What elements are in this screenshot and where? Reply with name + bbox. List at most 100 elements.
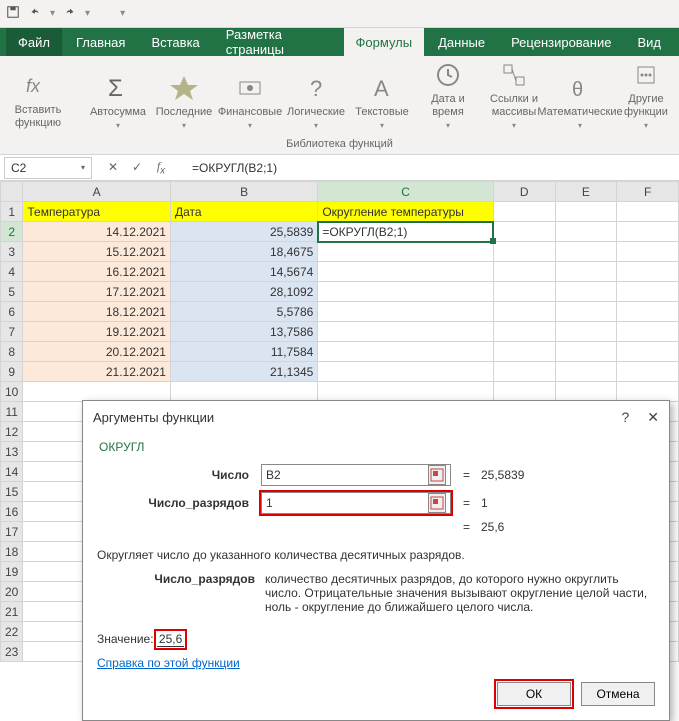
cell[interactable] (318, 382, 493, 402)
row-header[interactable]: 17 (1, 522, 23, 542)
cell[interactable] (318, 322, 493, 342)
row-header[interactable]: 1 (1, 202, 23, 222)
cancel-button[interactable]: Отмена (581, 682, 655, 706)
row-header[interactable]: 19 (1, 562, 23, 582)
chevron-down-icon[interactable]: ▾ (81, 163, 85, 172)
cell[interactable]: 19.12.2021 (23, 322, 171, 342)
help-link[interactable]: Справка по этой функции (97, 656, 655, 670)
cell[interactable]: 14,5674 (170, 262, 317, 282)
row-header[interactable]: 23 (1, 642, 23, 662)
redo-icon[interactable] (63, 5, 77, 22)
tab-review[interactable]: Рецензирование (499, 28, 623, 56)
cell[interactable] (617, 242, 679, 262)
row-header[interactable]: 5 (1, 282, 23, 302)
cell[interactable] (617, 322, 679, 342)
row-header[interactable]: 21 (1, 602, 23, 622)
row-header[interactable]: 16 (1, 502, 23, 522)
cell[interactable] (555, 342, 617, 362)
cell[interactable]: 25,5839 (170, 222, 317, 242)
dropdown-icon[interactable]: ▾ (85, 8, 90, 19)
cell[interactable] (555, 382, 617, 402)
financial-button[interactable]: Финансовые ▾ (220, 62, 280, 134)
col-header-C[interactable]: C (318, 182, 493, 202)
cell[interactable] (170, 382, 317, 402)
row-header[interactable]: 13 (1, 442, 23, 462)
col-header-D[interactable]: D (493, 182, 555, 202)
row-header[interactable]: 20 (1, 582, 23, 602)
cell[interactable]: Округление температуры (318, 202, 493, 222)
cell[interactable] (493, 262, 555, 282)
autosum-button[interactable]: Σ Автосумма ▾ (88, 62, 148, 134)
range-selector-icon[interactable] (428, 465, 446, 485)
lookup-button[interactable]: Ссылки и массивы ▾ (484, 62, 544, 134)
row-header[interactable]: 9 (1, 362, 23, 382)
insert-function-button[interactable]: fx Вставить функцию (8, 62, 68, 134)
enter-icon[interactable]: ✓ (130, 160, 144, 174)
cell[interactable] (493, 222, 555, 242)
help-icon[interactable]: ? (621, 409, 629, 426)
recent-button[interactable]: Последние ▾ (154, 62, 214, 134)
logical-button[interactable]: ? Логические ▾ (286, 62, 346, 134)
cell[interactable] (617, 202, 679, 222)
active-cell[interactable]: =ОКРУГЛ(B2;1) (318, 222, 493, 242)
tab-page-layout[interactable]: Разметка страницы (214, 28, 342, 56)
cell[interactable] (555, 282, 617, 302)
row-header[interactable]: 3 (1, 242, 23, 262)
cell[interactable]: 11,7584 (170, 342, 317, 362)
cell[interactable] (318, 262, 493, 282)
tab-file[interactable]: Файл (6, 28, 62, 56)
cell[interactable] (318, 242, 493, 262)
cell[interactable] (493, 282, 555, 302)
dropdown-icon[interactable]: ▾ (50, 8, 55, 19)
cell[interactable]: 21,1345 (170, 362, 317, 382)
cell[interactable]: 18,4675 (170, 242, 317, 262)
cell[interactable] (617, 382, 679, 402)
fx-icon[interactable]: fx (154, 159, 168, 176)
cell[interactable]: 16.12.2021 (23, 262, 171, 282)
cell[interactable] (617, 262, 679, 282)
cell[interactable] (617, 222, 679, 242)
cell[interactable] (555, 302, 617, 322)
tab-data[interactable]: Данные (426, 28, 497, 56)
cell[interactable]: 15.12.2021 (23, 242, 171, 262)
cell[interactable] (318, 342, 493, 362)
cell[interactable] (617, 302, 679, 322)
close-icon[interactable]: ✕ (647, 409, 659, 426)
row-header[interactable]: 15 (1, 482, 23, 502)
row-header[interactable]: 6 (1, 302, 23, 322)
cell[interactable] (555, 202, 617, 222)
ok-button[interactable]: ОК (497, 682, 571, 706)
cell[interactable] (555, 222, 617, 242)
cell[interactable] (493, 342, 555, 362)
row-header[interactable]: 12 (1, 422, 23, 442)
cell[interactable]: 18.12.2021 (23, 302, 171, 322)
cell[interactable] (318, 302, 493, 322)
cell[interactable]: 17.12.2021 (23, 282, 171, 302)
row-header[interactable]: 22 (1, 622, 23, 642)
save-icon[interactable] (6, 5, 20, 22)
col-header-A[interactable]: A (23, 182, 171, 202)
tab-view[interactable]: Вид (625, 28, 673, 56)
cancel-icon[interactable]: ✕ (106, 160, 120, 174)
row-header[interactable]: 14 (1, 462, 23, 482)
arg1-input[interactable]: B2 (261, 464, 451, 486)
cell[interactable] (617, 362, 679, 382)
more-functions-button[interactable]: Другие функции ▾ (616, 62, 676, 134)
cell[interactable]: 14.12.2021 (23, 222, 171, 242)
cell[interactable]: 20.12.2021 (23, 342, 171, 362)
cell[interactable] (493, 202, 555, 222)
row-header[interactable]: 10 (1, 382, 23, 402)
cell[interactable] (493, 302, 555, 322)
cell[interactable] (318, 362, 493, 382)
cell[interactable] (318, 282, 493, 302)
text-button[interactable]: A Текстовые ▾ (352, 62, 412, 134)
cell[interactable]: 28,1092 (170, 282, 317, 302)
cell[interactable] (493, 362, 555, 382)
cell[interactable]: 13,7586 (170, 322, 317, 342)
formula-input[interactable]: =ОКРУГЛ(B2;1) (184, 161, 679, 175)
arg2-input[interactable]: 1 (261, 492, 451, 514)
range-selector-icon[interactable] (428, 493, 446, 513)
cell[interactable]: Температура (23, 202, 171, 222)
tab-insert[interactable]: Вставка (139, 28, 211, 56)
math-button[interactable]: θ Математические ▾ (550, 62, 610, 134)
